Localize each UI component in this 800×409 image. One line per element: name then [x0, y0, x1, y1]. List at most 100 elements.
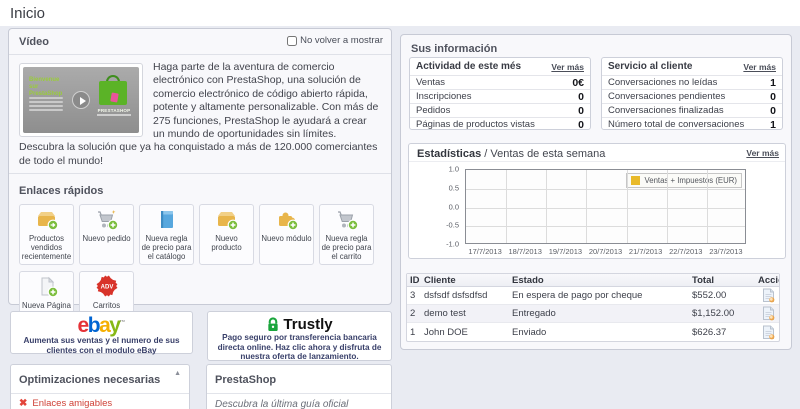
order-total: $1,152.00 [692, 308, 735, 319]
order-status: Enviado [512, 326, 547, 338]
x-tick-label: 22/7/2013 [669, 247, 703, 256]
customer-service-header: Servicio al cliente [608, 61, 693, 72]
stat-row: Conversaciones no leídas 1 [602, 75, 782, 89]
view-details-icon[interactable] [762, 288, 775, 303]
activity-see-more-link[interactable]: Ver más [551, 62, 584, 72]
play-icon[interactable] [72, 91, 90, 109]
stat-label: Inscripciones [416, 91, 472, 102]
order-id: 2 [410, 308, 416, 319]
order-customer: John DOE [424, 326, 468, 338]
order-row[interactable]: 3 dsfsdf dsfsdfsd En espera de pago por ch… [407, 287, 779, 305]
y-tick-label: 0.5 [448, 183, 459, 193]
collapse-icon[interactable]: ▲ [174, 370, 181, 377]
quick-link-4[interactable]: Nuevo módulo [259, 204, 314, 266]
your-info-header: Sus información [411, 43, 498, 55]
gridline-horizontal [466, 188, 745, 190]
quick-link-5[interactable]: Nueva regla de precio para el carrito [319, 204, 374, 266]
dismiss-video-checkbox[interactable] [287, 35, 298, 46]
x-tick-label: 23/7/2013 [709, 247, 743, 256]
optimizations-header: Optimizaciones necesarias [19, 374, 161, 386]
adv-badge-icon: ADV [80, 274, 133, 301]
quick-link-0[interactable]: Productos vendidos recientemente [19, 204, 74, 266]
order-customer: demo test [424, 308, 466, 319]
prestashop-docs-subtitle: Descubra la última guía oficial [215, 399, 349, 409]
legend-swatch [631, 176, 641, 185]
prestashop-dashboard: Inicio Vídeo No volver a mostrar Bienven… [0, 0, 800, 409]
orders-col-header: ID [410, 274, 420, 286]
svg-text:ADV: ADV [100, 285, 113, 291]
activity-box: Actividad de este més Ver más Ventas 0€ In… [409, 57, 591, 131]
order-status: Entregado [512, 308, 556, 319]
statistics-see-more-link[interactable]: Ver más [746, 148, 779, 158]
quick-link-label: Nuevo producto [211, 234, 242, 253]
activity-header: Actividad de este més [416, 61, 522, 72]
video-thumb-brand: PRESTASHOP [97, 108, 131, 113]
trustly-wordmark: Trustly [283, 315, 333, 333]
stat-row: Ventas 0€ [410, 75, 590, 89]
stat-row: Número total de conversaciones 1 [602, 117, 782, 131]
quick-link-label: Productos vendidos recientemente [21, 234, 72, 262]
video-header-label: Vídeo [19, 36, 49, 48]
order-total: $626.37 [692, 326, 727, 338]
gridline-horizontal [466, 226, 745, 228]
trustly-promo[interactable]: Trustly Pago seguro por transferencia ba… [207, 311, 392, 361]
dismiss-video-label: No volver a mostrar [300, 35, 383, 46]
stat-row: Inscripciones 0 [410, 89, 590, 103]
legend-label: Ventas + Impuestos (EUR) [644, 176, 737, 185]
puzzle-plus-icon [260, 207, 313, 234]
quick-link-label: Nueva regla de precio para el catálogo [141, 234, 192, 262]
orders-table-body: 3 dsfsdf dsfsdfsd En espera de pago por ch… [407, 287, 779, 341]
quick-links-header: Enlaces rápidos [19, 185, 104, 198]
stat-value: 0€ [572, 76, 584, 89]
stat-value: 0 [578, 118, 584, 131]
chart-x-axis-labels: 17/7/2013 18/7/2013 19/7/2013 20/7/2013 21/7… [465, 247, 746, 257]
customer-service-see-more-link[interactable]: Ver más [743, 62, 776, 72]
order-customer: dsfsdf dsfsdfsd [424, 290, 488, 301]
stat-row: Pedidos 0 [410, 103, 590, 117]
stat-label: Páginas de productos vistas [416, 119, 535, 130]
x-tick-label: 20/7/2013 [588, 247, 623, 256]
quick-link-3[interactable]: Nuevo producto [199, 204, 254, 266]
gridline-vertical [506, 170, 508, 243]
optimizations-list: ✖Enlaces amigables✖Cache y compresión de… [11, 394, 189, 409]
optimization-item[interactable]: ✖ Enlaces amigables [11, 394, 189, 409]
gridline-horizontal [466, 207, 745, 209]
prestashop-docs-box: PrestaShop Descubra la última guía ofici… [206, 364, 392, 409]
orders-col-header: Cliente [424, 274, 456, 286]
view-details-icon[interactable] [762, 325, 775, 340]
sales-chart-plot: Ventas + Impuestos (EUR) [465, 169, 746, 244]
x-tick-label: 21/7/2013 [628, 247, 663, 256]
prestashop-docs-header-row: PrestaShop [207, 365, 391, 394]
y-tick-label: 1.0 [448, 164, 459, 174]
orders-col-header: Total [692, 274, 714, 286]
order-action-cell [755, 325, 779, 340]
quick-link-label: Nueva regla de precio para el carrito [321, 234, 372, 262]
activity-rows: Ventas 0€ Inscripciones 0 Pedidos 0 Páginas de… [410, 75, 590, 131]
quick-link-1[interactable]: Nuevo pedido [79, 204, 134, 266]
trustly-logo: Trustly [208, 315, 391, 333]
view-details-icon[interactable] [762, 306, 775, 321]
quick-link-label: Nuevo módulo [261, 234, 312, 244]
trustly-promo-text: Pago seguro por transferencia bancaria d… [217, 333, 382, 362]
orders-table-header-row: ID Cliente Estado Total Acción [407, 274, 779, 287]
video-thumbnail[interactable]: Bienvenue sur PrestaShop PRESTASHOP [19, 63, 143, 137]
video-thumb-title: Bienvenue sur PrestaShop [29, 77, 63, 97]
gridline-vertical [626, 170, 628, 243]
cart-plus2-icon [320, 207, 373, 234]
stat-row: Conversaciones finalizadas 0 [602, 103, 782, 117]
statistics-header: Estadísticas / Ventas de esta semana [417, 148, 606, 160]
order-row[interactable]: 1 John DOE Enviado $626.37 [407, 323, 779, 341]
video-thumbnail-art: Bienvenue sur PrestaShop PRESTASHOP [23, 67, 139, 133]
prestashop-bag-logo-icon: PRESTASHOP [97, 75, 131, 127]
stat-label: Ventas [416, 77, 446, 88]
ebay-logo: ebay™ [77, 314, 126, 337]
video-section-header: Vídeo No volver a mostrar [9, 29, 391, 55]
optimization-label: Enlaces amigables [32, 398, 113, 409]
quick-link-2[interactable]: Nueva regla de precio para el catálogo [139, 204, 194, 266]
y-tick-label: -0.5 [446, 220, 459, 230]
ebay-promo[interactable]: ebay™ Aumenta sus ventas y el numero de … [10, 311, 193, 355]
order-row[interactable]: 2 demo test Entregado $1,152.00 [407, 305, 779, 323]
dismiss-video-option[interactable]: No volver a mostrar [287, 35, 383, 46]
stat-label: Pedidos [416, 105, 451, 116]
box-arrow-icon [20, 207, 73, 234]
